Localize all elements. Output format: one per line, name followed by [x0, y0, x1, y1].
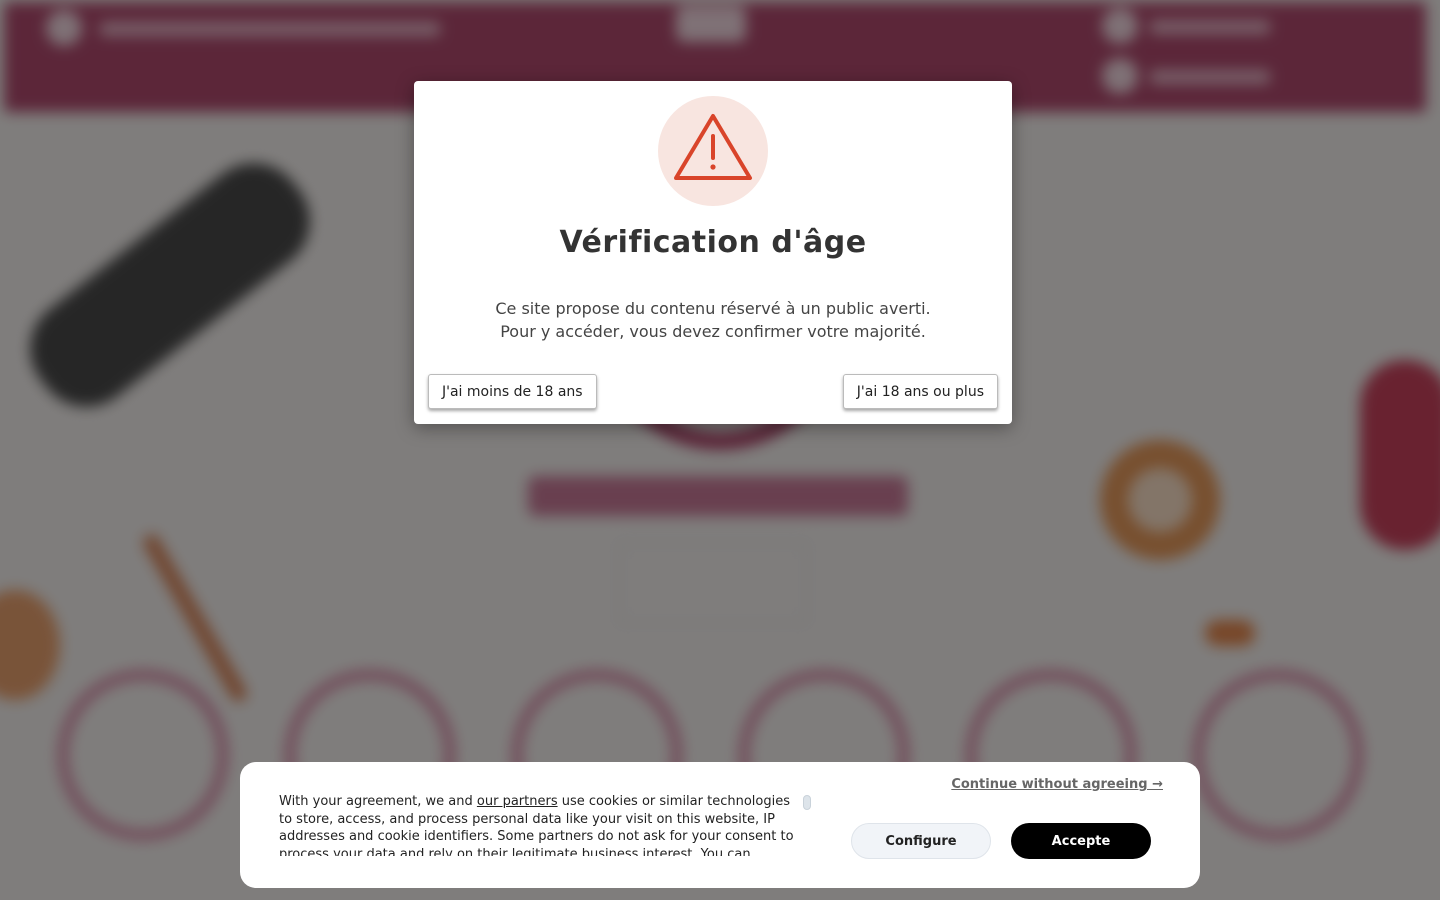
message-line-2: Pour y accéder, vous devez confirmer vot… — [500, 322, 926, 341]
configure-button[interactable]: Configure — [851, 823, 991, 859]
warning-triangle-icon — [674, 114, 752, 180]
cookie-consent-text[interactable]: With your agreement, we and our partners… — [279, 793, 799, 856]
continue-without-agreeing-link[interactable]: Continue without agreeing → — [951, 777, 1163, 792]
accept-button[interactable]: Accepte — [1011, 823, 1151, 859]
our-partners-link[interactable]: our partners — [477, 794, 558, 809]
over-18-button[interactable]: J'ai 18 ans ou plus — [842, 374, 998, 409]
cookie-text-start: With your agreement, we and — [279, 794, 477, 809]
age-verification-message: Ce site propose du contenu réservé à un … — [414, 297, 1012, 343]
age-verification-modal: Vérification d'âge Ce site propose du co… — [414, 81, 1012, 424]
cookie-text-scrollbar[interactable] — [803, 795, 811, 810]
under-18-button[interactable]: J'ai moins de 18 ans — [428, 374, 597, 409]
age-verification-title: Vérification d'âge — [559, 225, 867, 260]
warning-icon-badge — [658, 96, 768, 206]
cookie-consent-banner: Continue without agreeing → With your ag… — [240, 762, 1200, 888]
message-line-1: Ce site propose du contenu réservé à un … — [495, 299, 931, 318]
